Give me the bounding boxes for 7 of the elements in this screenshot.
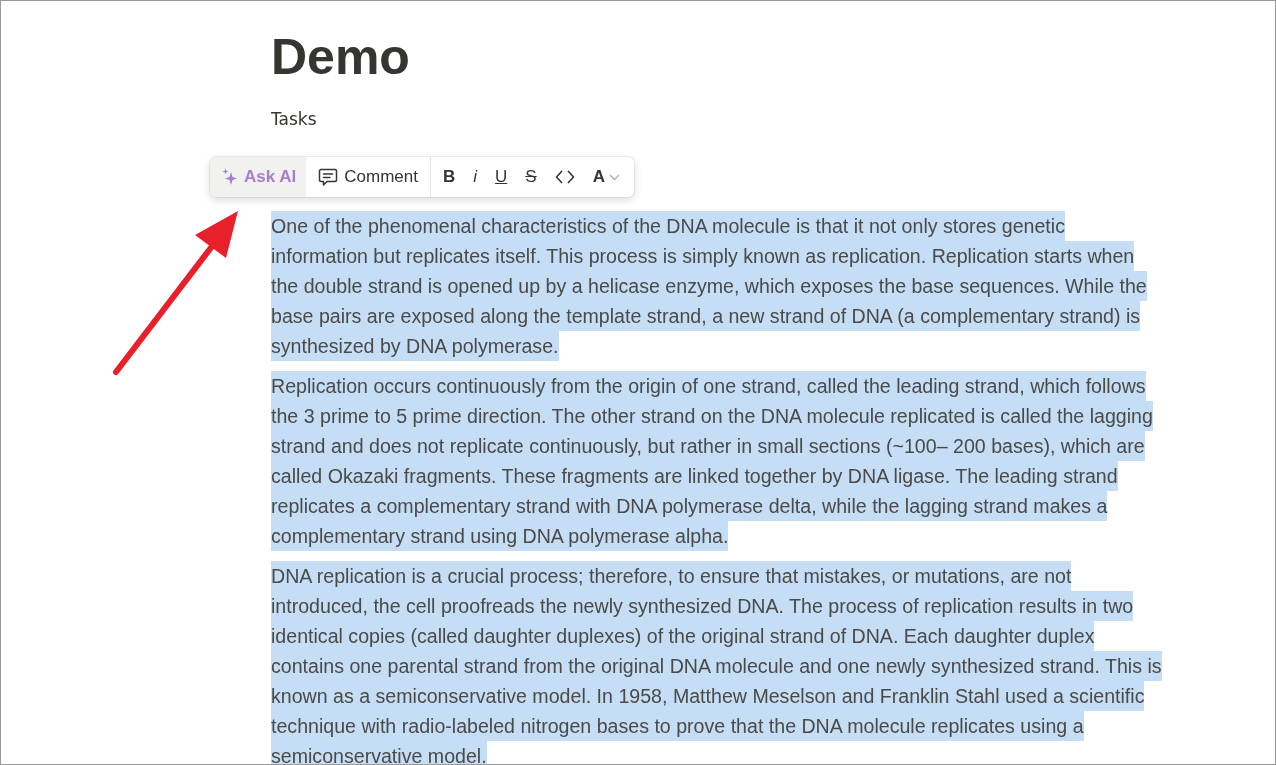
code-icon xyxy=(554,169,575,185)
page-title: Demo xyxy=(271,28,411,87)
comment-icon xyxy=(318,167,339,187)
chevron-icon xyxy=(608,173,620,181)
tasks-link[interactable]: Tasks xyxy=(271,107,317,131)
sparkle-icon xyxy=(222,168,238,186)
comment-button[interactable]: Comment xyxy=(306,157,431,197)
